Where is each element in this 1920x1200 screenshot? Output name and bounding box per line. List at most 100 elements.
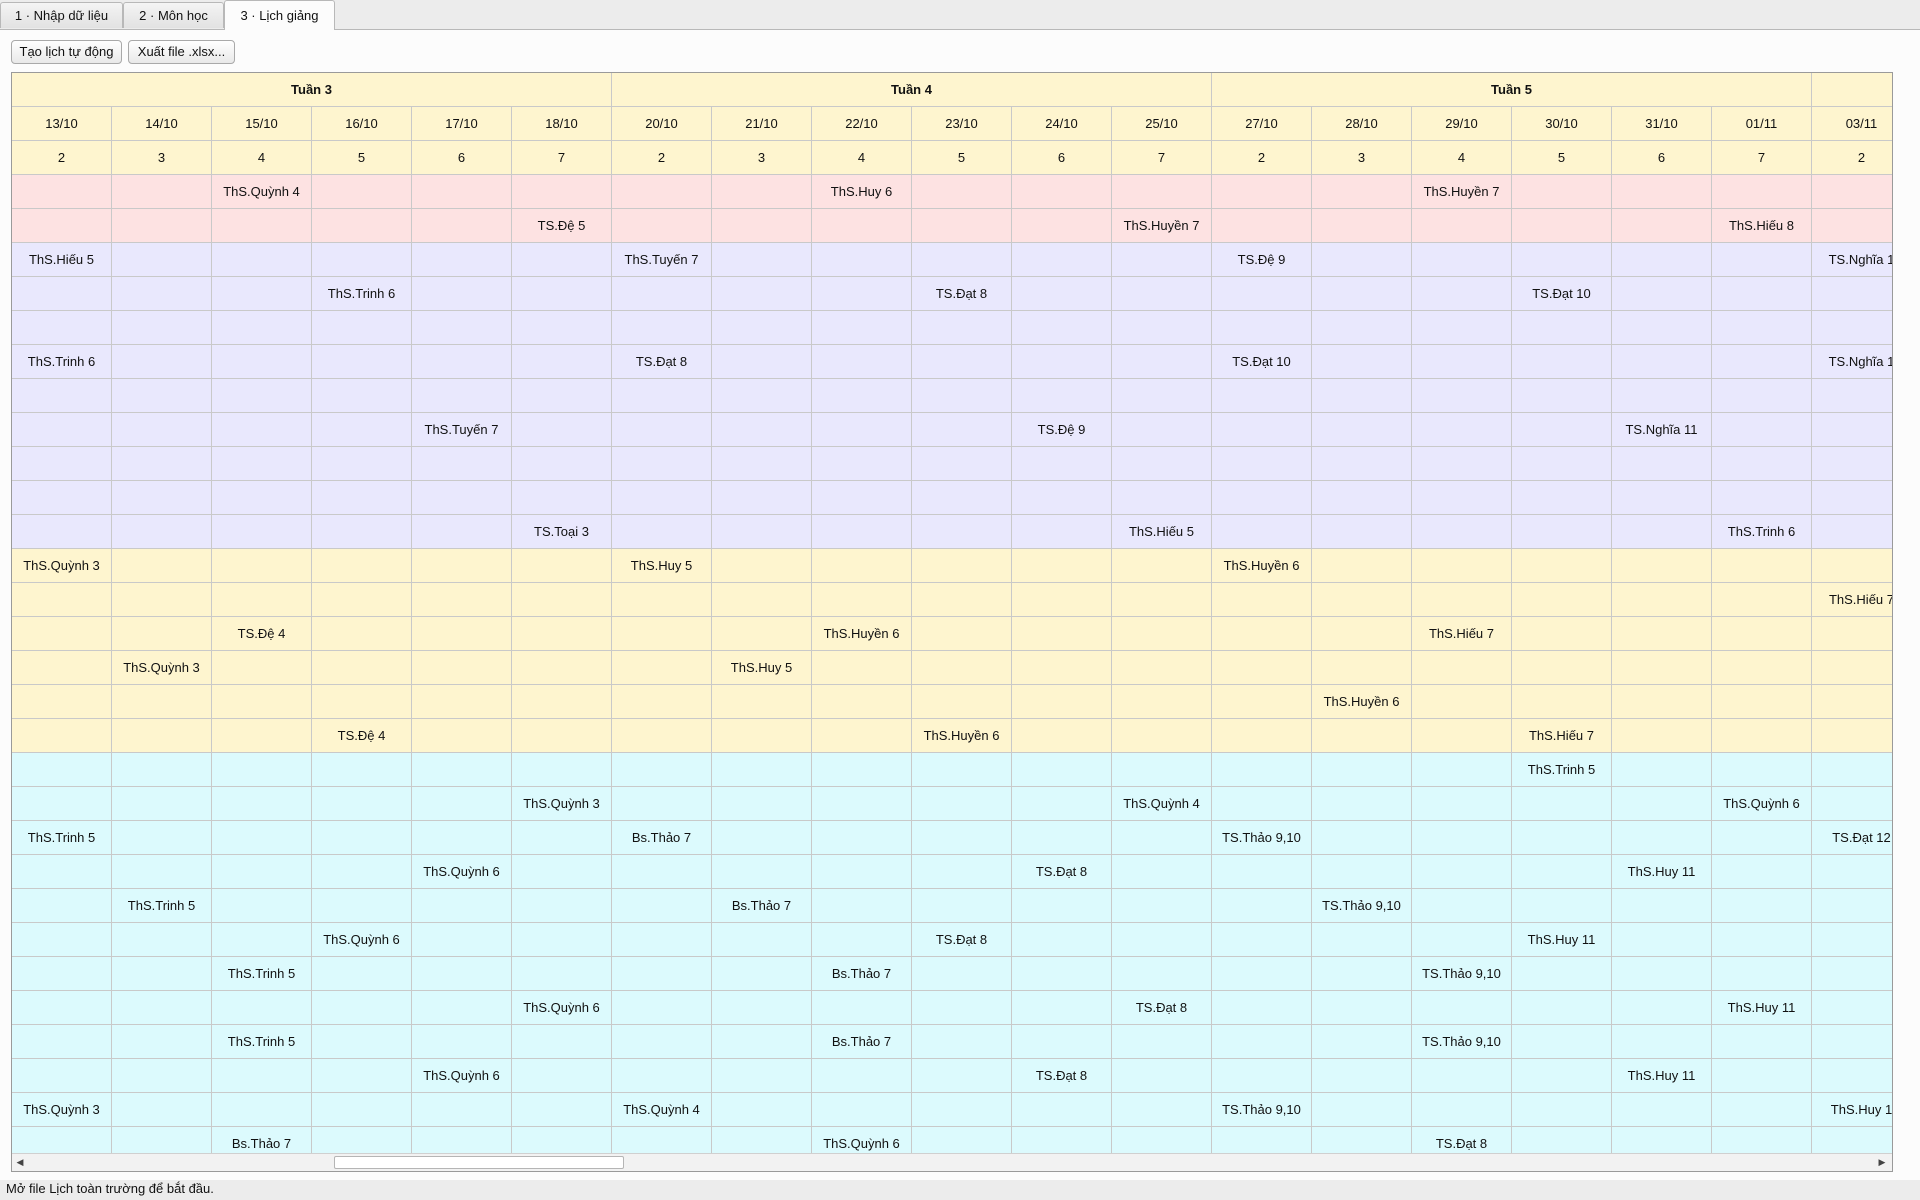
schedule-cell[interactable] — [612, 277, 712, 311]
schedule-cell[interactable] — [1512, 413, 1612, 447]
schedule-cell[interactable] — [12, 719, 112, 753]
schedule-cell[interactable] — [912, 583, 1012, 617]
schedule-cell[interactable] — [1312, 617, 1412, 651]
schedule-cell[interactable] — [1812, 617, 1892, 651]
schedule-cell[interactable]: ThS.Huy 11 — [1612, 855, 1712, 889]
schedule-cell[interactable] — [12, 379, 112, 413]
schedule-cell[interactable] — [12, 277, 112, 311]
date-header[interactable]: 01/11 — [1712, 107, 1812, 141]
schedule-cell[interactable] — [312, 311, 412, 345]
schedule-cell[interactable] — [1812, 855, 1892, 889]
schedule-cell[interactable] — [1012, 311, 1112, 345]
schedule-cell[interactable] — [1012, 1025, 1112, 1059]
schedule-cell[interactable] — [1512, 345, 1612, 379]
schedule-cell[interactable] — [112, 855, 212, 889]
schedule-cell[interactable] — [412, 821, 512, 855]
schedule-cell[interactable] — [1212, 923, 1312, 957]
schedule-cell[interactable] — [612, 923, 712, 957]
schedule-cell[interactable] — [912, 379, 1012, 413]
schedule-cell[interactable]: ThS.Trinh 5 — [212, 1025, 312, 1059]
schedule-cell[interactable] — [612, 515, 712, 549]
schedule-cell[interactable]: ThS.Trinh 6 — [312, 277, 412, 311]
week-header[interactable] — [1812, 73, 1892, 107]
schedule-cell[interactable] — [612, 957, 712, 991]
schedule-cell[interactable] — [712, 311, 812, 345]
schedule-cell[interactable] — [412, 447, 512, 481]
tab-data-input[interactable]: 1 · Nhập dữ liệu — [0, 2, 123, 28]
schedule-cell[interactable] — [712, 855, 812, 889]
schedule-cell[interactable] — [1612, 651, 1712, 685]
schedule-cell[interactable] — [212, 447, 312, 481]
schedule-cell[interactable] — [412, 889, 512, 923]
schedule-cell[interactable] — [112, 413, 212, 447]
schedule-cell[interactable] — [1712, 719, 1812, 753]
weekday-header[interactable]: 3 — [712, 141, 812, 175]
schedule-cell[interactable] — [1212, 447, 1312, 481]
schedule-cell[interactable] — [1512, 447, 1612, 481]
schedule-cell[interactable] — [312, 651, 412, 685]
schedule-cell[interactable] — [1812, 549, 1892, 583]
schedule-cell[interactable] — [312, 753, 412, 787]
weekday-header[interactable]: 4 — [812, 141, 912, 175]
schedule-cell[interactable] — [312, 957, 412, 991]
schedule-cell[interactable] — [1612, 753, 1712, 787]
schedule-cell[interactable] — [1312, 753, 1412, 787]
schedule-cell[interactable] — [912, 413, 1012, 447]
schedule-cell[interactable] — [712, 753, 812, 787]
schedule-cell[interactable]: ThS.Huyền 6 — [1312, 685, 1412, 719]
schedule-cell[interactable] — [312, 345, 412, 379]
schedule-cell[interactable]: ThS.Huyền 6 — [812, 617, 912, 651]
schedule-cell[interactable] — [1712, 481, 1812, 515]
schedule-cell[interactable]: Bs.Thảo 7 — [812, 1025, 912, 1059]
schedule-cell[interactable] — [1112, 957, 1212, 991]
schedule-cell[interactable] — [1212, 787, 1312, 821]
schedule-cell[interactable] — [1012, 991, 1112, 1025]
schedule-cell[interactable] — [1712, 1025, 1812, 1059]
schedule-cell[interactable] — [212, 855, 312, 889]
date-header[interactable]: 16/10 — [312, 107, 412, 141]
schedule-cell[interactable] — [312, 243, 412, 277]
export-xlsx-button[interactable]: Xuất file .xlsx... — [128, 40, 235, 64]
schedule-cell[interactable] — [12, 1059, 112, 1093]
schedule-cell[interactable] — [1412, 209, 1512, 243]
schedule-cell[interactable] — [12, 889, 112, 923]
schedule-cell[interactable]: ThS.Quỳnh 4 — [612, 1093, 712, 1127]
schedule-cell[interactable] — [1812, 277, 1892, 311]
schedule-cell[interactable] — [1012, 175, 1112, 209]
schedule-cell[interactable] — [912, 855, 1012, 889]
schedule-cell[interactable] — [1212, 379, 1312, 413]
schedule-cell[interactable] — [1412, 243, 1512, 277]
schedule-cell[interactable] — [1112, 1059, 1212, 1093]
schedule-cell[interactable]: ThS.Quỳnh 3 — [12, 1093, 112, 1127]
schedule-cell[interactable] — [1212, 1059, 1312, 1093]
schedule-cell[interactable] — [1412, 889, 1512, 923]
schedule-cell[interactable] — [312, 379, 412, 413]
weekday-header[interactable]: 7 — [512, 141, 612, 175]
schedule-cell[interactable]: ThS.Tuyến 7 — [412, 413, 512, 447]
schedule-cell[interactable] — [212, 311, 312, 345]
schedule-cell[interactable] — [912, 1093, 1012, 1127]
schedule-cell[interactable] — [1112, 685, 1212, 719]
schedule-cell[interactable] — [712, 685, 812, 719]
date-header[interactable]: 31/10 — [1612, 107, 1712, 141]
schedule-cell[interactable] — [1412, 753, 1512, 787]
schedule-cell[interactable] — [1712, 311, 1812, 345]
schedule-cell[interactable]: ThS.Quỳnh 6 — [312, 923, 412, 957]
date-header[interactable]: 30/10 — [1512, 107, 1612, 141]
schedule-cell[interactable] — [1612, 617, 1712, 651]
schedule-cell[interactable] — [1112, 481, 1212, 515]
schedule-cell[interactable] — [812, 991, 912, 1025]
schedule-cell[interactable] — [1612, 957, 1712, 991]
schedule-cell[interactable] — [1212, 719, 1312, 753]
schedule-cell[interactable] — [1412, 481, 1512, 515]
schedule-cell[interactable] — [1512, 481, 1612, 515]
schedule-cell[interactable] — [212, 787, 312, 821]
schedule-cell[interactable] — [512, 651, 612, 685]
schedule-cell[interactable] — [212, 209, 312, 243]
schedule-cell[interactable] — [1612, 515, 1712, 549]
schedule-cell[interactable]: ThS.Trinh 5 — [12, 821, 112, 855]
schedule-cell[interactable] — [712, 821, 812, 855]
schedule-cell[interactable] — [1412, 549, 1512, 583]
schedule-cell[interactable] — [612, 719, 712, 753]
schedule-cell[interactable] — [312, 549, 412, 583]
